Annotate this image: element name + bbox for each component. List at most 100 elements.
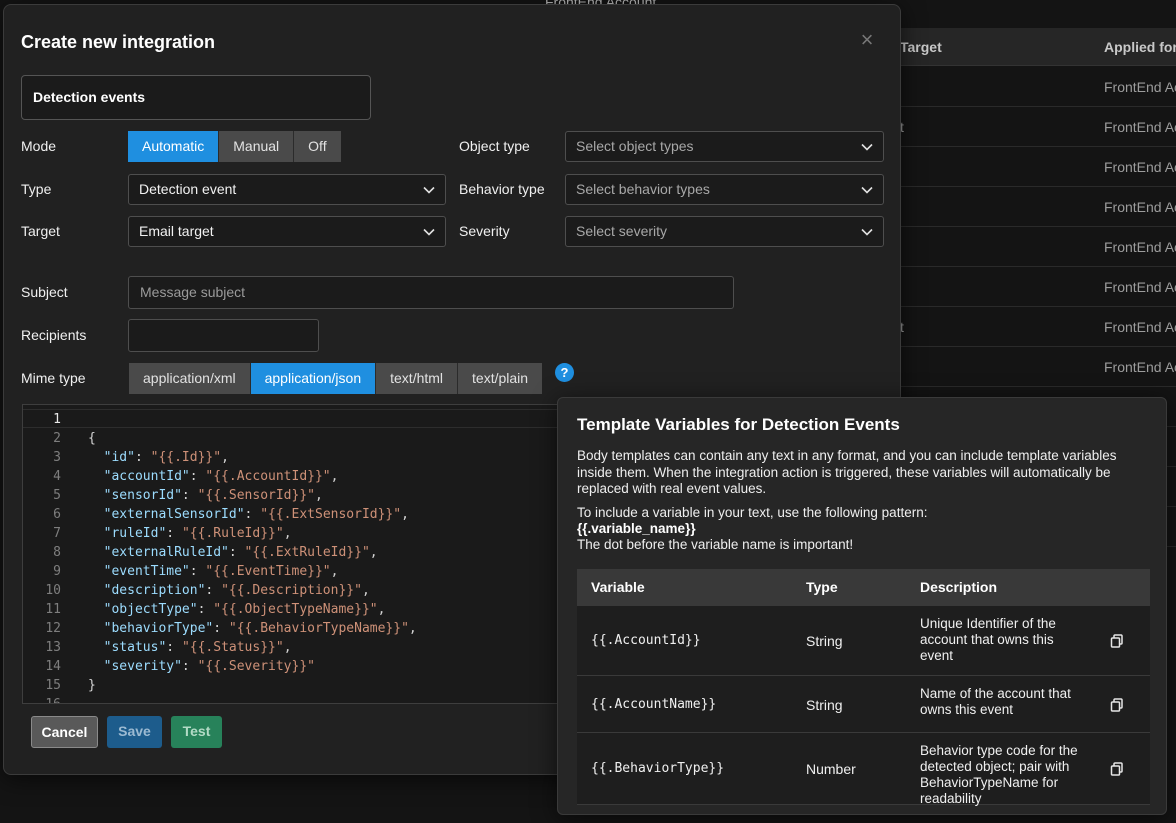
code-token: "externalSensorId" (88, 507, 245, 522)
save-button[interactable]: Save (107, 716, 162, 748)
mode-option-manual[interactable]: Manual (219, 131, 295, 162)
code-line: 8 "externalRuleId": "{{.ExtRuleId}}", (23, 543, 377, 562)
row-applied-for: FrontEnd Account (1104, 119, 1176, 135)
row-applied-for: FrontEnd Account (1104, 199, 1176, 215)
code-text: "accountId": "{{.AccountId}}", (88, 467, 339, 486)
background-table-row[interactable]: tFrontEnd Account (900, 307, 1176, 347)
type-select[interactable]: Detection event (128, 174, 446, 205)
variable-row: {{.BehaviorType}} Number Behavior type cod… (577, 733, 1150, 806)
code-token: : (205, 583, 222, 598)
behavior-type-select[interactable]: Select behavior types (565, 174, 884, 205)
mime-option-plain[interactable]: text/plain (458, 363, 543, 394)
code-token: : (181, 488, 198, 503)
subject-input[interactable]: Message subject (128, 276, 734, 309)
background-table-row[interactable]: FrontEnd Account (900, 227, 1176, 267)
row-applied-for: FrontEnd Account (1104, 319, 1176, 335)
pattern-intro-text: To include a variable in your text, use … (577, 505, 928, 520)
line-number: 5 (53, 488, 61, 503)
object-type-select[interactable]: Select object types (565, 131, 884, 162)
row-applied-for: FrontEnd Account (1104, 159, 1176, 175)
copy-icon[interactable] (1110, 762, 1124, 776)
code-line: 14 "severity": "{{.Severity}}" (23, 657, 315, 676)
column-header-applied-for[interactable]: Applied for (1104, 39, 1176, 55)
chevron-down-icon (423, 186, 435, 194)
code-token: : (166, 640, 182, 655)
variable-row: {{.AccountName}} String Name of the accoun… (577, 676, 1150, 733)
code-token: "{{.Severity}}" (197, 659, 315, 674)
code-token: : (244, 507, 261, 522)
severity-select[interactable]: Select severity (565, 216, 884, 247)
column-header-target[interactable]: Target (900, 39, 942, 55)
background-table-row[interactable]: FrontEnd Account (900, 147, 1176, 187)
header-type: Type (806, 579, 838, 595)
integration-name-input[interactable]: Detection events (21, 75, 371, 120)
test-button[interactable]: Test (171, 716, 222, 748)
code-text: "severity": "{{.Severity}}" (88, 657, 315, 676)
header-variable: Variable (591, 579, 645, 595)
code-text: "externalRuleId": "{{.ExtRuleId}}", (88, 543, 378, 562)
code-text: } (88, 676, 96, 695)
code-line: 7 "ruleId": "{{.RuleId}}", (23, 524, 291, 543)
line-number: 2 (53, 431, 61, 446)
code-line: 15} (23, 676, 95, 695)
background-table-row[interactable]: FrontEnd Account (900, 67, 1176, 107)
line-number: 9 (53, 564, 61, 579)
behavior-type-placeholder: Select behavior types (576, 181, 710, 197)
code-line: 16 (23, 695, 61, 703)
close-icon[interactable]: × (855, 29, 879, 53)
target-select[interactable]: Email target (128, 216, 446, 247)
code-token: "objectType" (88, 602, 198, 617)
cancel-button[interactable]: Cancel (31, 716, 98, 748)
code-token: "{{.ExtSensorId}}" (260, 507, 402, 522)
line-number: 6 (53, 507, 61, 522)
body-template-editor[interactable]: 1 2{3 "id": "{{.Id}}", 4 "accountId": "{{.… (22, 404, 562, 704)
copy-icon[interactable] (1110, 634, 1124, 648)
code-token: : (213, 621, 229, 636)
help-icon[interactable]: ? (555, 363, 574, 382)
subject-placeholder: Message subject (140, 284, 246, 300)
mime-type-label: Mime type (21, 370, 86, 386)
code-text: "status": "{{.Status}}", (88, 638, 292, 657)
code-token: { (88, 431, 96, 446)
mime-option-html[interactable]: text/html (376, 363, 459, 394)
code-text: "description": "{{.Description}}", (88, 581, 370, 600)
copy-icon[interactable] (1110, 697, 1124, 712)
background-table-row[interactable]: FrontEnd Account (900, 187, 1176, 227)
code-line: 9 "eventTime": "{{.EventTime}}", (23, 562, 338, 581)
type-select-value: Detection event (139, 181, 237, 197)
code-token: "sensorId" (88, 488, 182, 503)
code-token: , (283, 640, 292, 655)
code-token: "id" (88, 450, 135, 465)
code-token: , (369, 545, 378, 560)
active-line-highlight (23, 409, 561, 428)
mime-option-xml[interactable]: application/xml (129, 363, 251, 394)
chevron-down-icon (861, 228, 873, 236)
line-number: 11 (45, 602, 61, 617)
code-token: , (401, 507, 409, 522)
line-number: 3 (53, 450, 61, 465)
code-token: , (377, 602, 386, 617)
variable-description: Unique Identifier of the account that ow… (920, 616, 1056, 663)
variable-name: {{.AccountId}} (591, 633, 701, 648)
mode-option-off[interactable]: Off (294, 131, 341, 162)
mode-option-automatic[interactable]: Automatic (128, 131, 220, 162)
code-token: , (408, 621, 417, 636)
code-line: 2{ (23, 429, 96, 448)
variable-description: Name of the account that owns this event (920, 686, 1071, 717)
code-token: "{{.BehaviorTypeName}}" (228, 621, 409, 636)
recipients-input[interactable] (128, 319, 319, 352)
code-line: 1 (23, 410, 61, 429)
target-select-value: Email target (139, 223, 214, 239)
row-applied-for: FrontEnd Account (1104, 359, 1176, 375)
background-table-row[interactable]: FrontEnd Account (900, 267, 1176, 307)
variable-name: {{.AccountName}} (591, 696, 717, 712)
code-token: , (221, 450, 229, 465)
background-table-row[interactable]: tFrontEnd Account (900, 107, 1176, 147)
background-table-row[interactable]: FrontEnd Account (900, 347, 1176, 387)
code-text: "externalSensorId": "{{.ExtSensorId}}", (88, 505, 409, 524)
code-token: , (283, 526, 292, 541)
mime-option-json[interactable]: application/json (250, 363, 377, 394)
variable-name: {{.BehaviorType}} (591, 761, 725, 776)
code-line: 5 "sensorId": "{{.SensorId}}", (23, 486, 323, 505)
pattern-note-text: The dot before the variable name is impo… (577, 537, 854, 552)
